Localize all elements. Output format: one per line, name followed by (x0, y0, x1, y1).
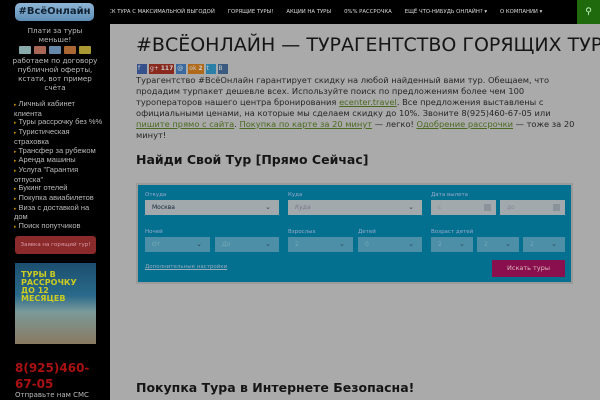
search-heading: Найди Свой Тур [Прямо Сейчас] (136, 152, 369, 167)
date-to-placeholder: до (507, 204, 515, 211)
sidebar: #ВсёОнлайн Плати за туры меньше! работае… (0, 0, 110, 400)
nights-from-value: От (152, 241, 161, 248)
hot-tour-request-button[interactable]: Заявка на горящий тур! (15, 236, 96, 254)
sidebar-link[interactable]: Туристическая страховка (14, 127, 104, 146)
mail-icon[interactable]: @ (176, 64, 187, 74)
advanced-settings-link[interactable]: Дополнительные настройки (145, 264, 227, 270)
search-tours-button[interactable]: Искать туры (492, 260, 565, 277)
payment-info: Плати за туры меньше! работаем по догово… (12, 26, 98, 92)
write-link[interactable]: пишите прямо с сайта (136, 119, 234, 129)
chevron-down-icon: ⌄ (265, 203, 271, 211)
nav-item-search-tour[interactable]: Поиск тура с максимальной выгодой (96, 9, 215, 15)
chevron-down-icon: ⌄ (459, 240, 465, 248)
ecenter-link[interactable]: ecenter.travel (339, 97, 397, 107)
chevron-down-icon: ⌄ (408, 240, 414, 248)
contract-text[interactable]: работаем по договору публичной оферты, к… (12, 56, 98, 92)
adults-select[interactable]: 2 ⌄ (288, 237, 353, 252)
nav-item-installment[interactable]: 0%% рассрочка (344, 9, 392, 15)
card-payment-link[interactable]: Покупка по карте за 20 минут (239, 119, 372, 129)
to-label: Куда (288, 192, 303, 198)
installment-banner[interactable]: ТУРЫ В РАССРОЧКУ ДО 12 МЕСЯЦЕВ (15, 263, 96, 344)
child-age-select[interactable]: 2 ⌄ (431, 237, 473, 252)
from-value: Москва (152, 204, 175, 211)
child-age-value: 2 (484, 241, 488, 248)
top-nav: Поиск тура с максимальной выгодой Горящи… (96, 0, 600, 24)
vk-icon[interactable]: B (217, 64, 228, 74)
gplus-count: 117 (160, 65, 174, 72)
child-ages-label: Возраст детей (431, 229, 474, 235)
safe-purchase-heading: Покупка Тура в Интернете Безопасна! (136, 380, 415, 395)
child-age-select[interactable]: 2 ⌄ (477, 237, 519, 252)
nights-to-select[interactable]: До ⌄ (215, 237, 279, 252)
phone-number: 8(925)460-67-05 (15, 361, 90, 391)
nights-to-value: До (222, 241, 231, 248)
adults-label: Взрослых (288, 229, 316, 235)
chevron-down-icon: ⌄ (265, 240, 271, 248)
nav-item-promotions[interactable]: Акции на туры (286, 9, 331, 15)
facebook-icon[interactable]: f (137, 64, 147, 74)
search-button[interactable]: ⚲ (577, 0, 600, 24)
installment-link[interactable]: Одобрение рассрочки (416, 119, 513, 129)
to-select[interactable]: Куда ⌄ (288, 200, 422, 215)
nights-label: Ночей (145, 229, 163, 235)
intro-text: — легко! (372, 119, 417, 129)
tour-search-widget: Откуда Москва ⌄ Куда Куда ⌄ Дата вылета с … (136, 183, 573, 284)
child-age-select[interactable]: 2 ⌄ (523, 237, 565, 252)
sidebar-link[interactable]: Услуга "Гарантия отпуска" (14, 165, 104, 184)
from-label: Откуда (145, 192, 167, 198)
twitter-icon[interactable]: t (205, 64, 216, 74)
child-age-value: 2 (530, 241, 534, 248)
sidebar-links: Личный кабинет клиента Туры рассрочку бе… (14, 99, 104, 232)
chevron-down-icon: ⌄ (196, 240, 202, 248)
nav-item-about[interactable]: О компании ▾ (500, 9, 542, 15)
chevron-down-icon: ⌄ (505, 240, 511, 248)
intro-paragraph: Турагентство #ВсёОнлайн гарантирует скид… (136, 75, 576, 141)
adults-value: 2 (295, 241, 299, 248)
from-select[interactable]: Москва ⌄ (145, 200, 279, 215)
search-icon: ⚲ (585, 7, 592, 17)
visa-icon (19, 46, 31, 54)
google-plus-icon[interactable]: g+ 117 (149, 64, 175, 74)
page-title: #ВСЁОНЛАЙН — ТУРАГЕНТСТВО ГОРЯЩИХ ТУРОВ (136, 34, 600, 56)
sidebar-link[interactable]: Личный кабинет клиента (14, 99, 104, 118)
chevron-down-icon: ⌄ (408, 203, 414, 211)
to-placeholder: Куда (295, 204, 311, 211)
main-content: #ВСЁОНЛАЙН — ТУРАГЕНТСТВО ГОРЯЩИХ ТУРОВ … (110, 24, 600, 400)
sidebar-link[interactable]: Виза с доставкой на дом (14, 203, 104, 222)
yandex-money-icon (64, 46, 76, 54)
calendar-icon[interactable] (484, 204, 491, 211)
sidebar-link[interactable]: Поиск попутчиков (14, 221, 104, 232)
date-to-input[interactable]: до (500, 200, 565, 215)
ok-count: 2 (198, 65, 203, 72)
odnoklassniki-icon[interactable]: ok 2 (188, 64, 204, 74)
pay-text: Плати за туры меньше! (27, 26, 83, 44)
webmoney-icon (49, 46, 61, 54)
children-select[interactable]: 0 ⌄ (358, 237, 422, 252)
nav-item-more[interactable]: Ещё что-нибудь онлайн? ▾ (405, 9, 487, 15)
payment-icons (12, 46, 98, 54)
sms-text: Отправьте нам СМС (15, 391, 89, 399)
chevron-down-icon: ⌄ (339, 240, 345, 248)
calendar-icon[interactable] (553, 204, 560, 211)
qiwi-icon (79, 46, 91, 54)
children-label: Детей (358, 229, 376, 235)
child-age-value: 2 (438, 241, 442, 248)
nav-item-hot-tours[interactable]: Горящие туры! (228, 9, 274, 15)
social-share: f g+ 117 @ ok 2 t B (137, 64, 228, 74)
chevron-down-icon: ⌄ (551, 240, 557, 248)
nights-from-select[interactable]: От ⌄ (145, 237, 210, 252)
date-from-input[interactable]: с (431, 200, 496, 215)
date-label: Дата вылета (431, 192, 469, 198)
mastercard-icon (34, 46, 46, 54)
site-logo[interactable]: #ВсёОнлайн (15, 3, 94, 21)
children-value: 0 (365, 241, 369, 248)
date-from-placeholder: с (438, 204, 442, 211)
